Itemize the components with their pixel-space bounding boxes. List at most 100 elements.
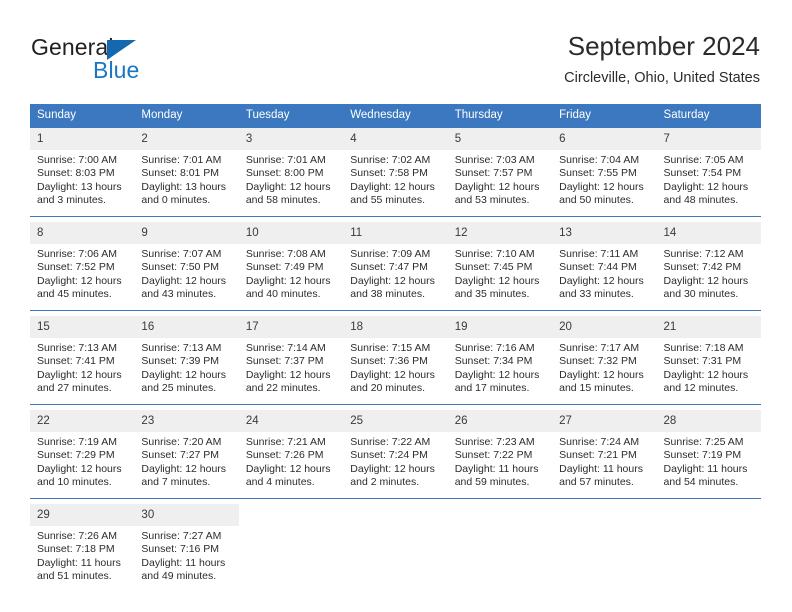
calendar-day-cell[interactable]: 26 Sunrise: 7:23 AM Sunset: 7:22 PM Dayligh… [447,410,553,499]
day-number [238,504,344,526]
day-number: 30 [134,504,239,526]
daylight-text-line1: Daylight: 12 hours [454,180,540,193]
day-info [239,526,343,530]
calendar-week-row: 29 Sunrise: 7:26 AM Sunset: 7:18 PM Dayligh… [30,504,761,592]
day-number: 9 [134,222,239,244]
daylight-text-line2: and 54 minutes. [663,476,739,489]
day-number: 3 [238,128,344,150]
sunset-text: Sunset: 7:27 PM [141,449,220,462]
daylight-text-line2: and 43 minutes. [141,288,217,301]
sunset-text: Sunset: 7:22 PM [454,449,533,462]
weekday-header-tuesday: Tuesday [238,104,344,128]
calendar-day-cell[interactable]: 3 Sunrise: 7:01 AM Sunset: 8:00 PM Daylight… [238,128,344,217]
day-info: Sunrise: 7:18 AM Sunset: 7:31 PM Daylight:… [657,338,761,396]
calendar-day-cell[interactable]: 30 Sunrise: 7:27 AM Sunset: 7:16 PM Dayligh… [134,504,239,592]
calendar-day-cell[interactable]: 19 Sunrise: 7:16 AM Sunset: 7:34 PM Dayligh… [447,316,553,405]
sunrise-text: Sunrise: 7:11 AM [559,248,639,260]
calendar-day-cell[interactable]: 12 Sunrise: 7:10 AM Sunset: 7:45 PM Dayligh… [447,222,553,311]
daylight-text-line1: Daylight: 12 hours [559,180,644,193]
calendar-week-row: 8 Sunrise: 7:06 AM Sunset: 7:52 PM Daylight… [30,222,761,311]
daylight-text-line1: Daylight: 11 hours [559,462,643,475]
weekday-header-sunday: Sunday [30,104,135,128]
day-cell-inner: 7 Sunrise: 7:05 AM Sunset: 7:54 PM Daylight… [656,128,761,216]
brand-logo[interactable]: General Blue [31,34,231,90]
day-cell-inner: 2 Sunrise: 7:01 AM Sunset: 8:01 PM Daylight… [134,128,239,216]
calendar-day-cell[interactable]: 8 Sunrise: 7:06 AM Sunset: 7:52 PM Daylight… [30,222,135,311]
calendar-day-cell[interactable]: 4 Sunrise: 7:02 AM Sunset: 7:58 PM Daylight… [343,128,448,217]
calendar-day-cell[interactable]: 5 Sunrise: 7:03 AM Sunset: 7:57 PM Daylight… [447,128,553,217]
calendar-day-cell[interactable]: 17 Sunrise: 7:14 AM Sunset: 7:37 PM Dayligh… [238,316,344,405]
day-cell-inner: 13 Sunrise: 7:11 AM Sunset: 7:44 PM Dayligh… [552,222,657,310]
day-number: 5 [447,128,553,150]
calendar-day-cell[interactable]: 15 Sunrise: 7:13 AM Sunset: 7:41 PM Dayligh… [30,316,135,405]
daylight-text-line1: Daylight: 12 hours [559,274,644,287]
sunrise-text: Sunrise: 7:08 AM [245,248,326,260]
day-info: Sunrise: 7:22 AM Sunset: 7:24 PM Daylight:… [343,432,447,490]
weekday-header-friday: Friday [552,104,657,128]
day-number: 10 [238,222,344,244]
calendar-day-cell[interactable]: 29 Sunrise: 7:26 AM Sunset: 7:18 PM Dayligh… [30,504,135,592]
day-info: Sunrise: 7:01 AM Sunset: 8:01 PM Daylight:… [134,150,238,208]
day-info: Sunrise: 7:12 AM Sunset: 7:42 PM Daylight:… [657,244,761,302]
calendar-cell-empty [656,504,761,592]
day-info: Sunrise: 7:20 AM Sunset: 7:27 PM Daylight:… [134,432,238,490]
sunrise-text: Sunrise: 7:13 AM [37,342,117,354]
day-number: 23 [134,410,239,432]
calendar-day-cell[interactable]: 18 Sunrise: 7:15 AM Sunset: 7:36 PM Dayligh… [343,316,448,405]
calendar-day-cell[interactable]: 6 Sunrise: 7:04 AM Sunset: 7:55 PM Daylight… [552,128,657,217]
sunset-text: Sunset: 7:41 PM [37,355,115,368]
day-number: 13 [552,222,657,244]
sunrise-text: Sunrise: 7:02 AM [350,154,431,166]
page-title: September 2024 [567,31,760,61]
calendar-day-cell[interactable]: 1 Sunrise: 7:00 AM Sunset: 8:03 PM Daylight… [30,128,135,217]
day-info: Sunrise: 7:00 AM Sunset: 8:03 PM Daylight:… [30,150,134,208]
calendar-day-cell[interactable]: 13 Sunrise: 7:11 AM Sunset: 7:44 PM Dayligh… [552,222,657,311]
day-cell-inner: 4 Sunrise: 7:02 AM Sunset: 7:58 PM Daylight… [343,128,448,216]
daylight-text-line2: and 20 minutes. [350,382,425,395]
calendar-day-cell[interactable]: 11 Sunrise: 7:09 AM Sunset: 7:47 PM Dayligh… [343,222,448,311]
sunset-text: Sunset: 7:47 PM [350,261,428,274]
sunset-text: Sunset: 7:16 PM [141,543,220,556]
daylight-text-line2: and 51 minutes. [37,570,112,583]
daylight-text-line2: and 3 minutes. [37,194,106,207]
daylight-text-line1: Daylight: 12 hours [37,368,122,381]
sunset-text: Sunset: 7:57 PM [454,167,533,180]
calendar-day-cell[interactable]: 9 Sunrise: 7:07 AM Sunset: 7:50 PM Daylight… [134,222,239,311]
day-info: Sunrise: 7:21 AM Sunset: 7:26 PM Daylight:… [239,432,343,490]
calendar-day-cell[interactable]: 16 Sunrise: 7:13 AM Sunset: 7:39 PM Dayligh… [134,316,239,405]
calendar-day-cell[interactable]: 25 Sunrise: 7:22 AM Sunset: 7:24 PM Dayligh… [343,410,448,499]
calendar-day-cell[interactable]: 14 Sunrise: 7:12 AM Sunset: 7:42 PM Dayligh… [656,222,761,311]
calendar-day-cell[interactable]: 27 Sunrise: 7:24 AM Sunset: 7:21 PM Dayligh… [552,410,657,499]
daylight-text-line1: Daylight: 12 hours [245,274,331,287]
calendar-day-cell[interactable]: 21 Sunrise: 7:18 AM Sunset: 7:31 PM Dayligh… [656,316,761,405]
day-info: Sunrise: 7:15 AM Sunset: 7:36 PM Daylight:… [343,338,447,396]
day-cell-inner: 1 Sunrise: 7:00 AM Sunset: 8:03 PM Daylight… [30,128,135,216]
sunrise-text: Sunrise: 7:20 AM [141,436,222,448]
day-number: 26 [447,410,553,432]
daylight-text-line2: and 58 minutes. [245,194,321,207]
day-cell-inner: 6 Sunrise: 7:04 AM Sunset: 7:55 PM Daylight… [552,128,657,216]
calendar-day-cell[interactable]: 10 Sunrise: 7:08 AM Sunset: 7:49 PM Dayligh… [238,222,344,311]
day-cell-inner [656,504,761,592]
day-info: Sunrise: 7:04 AM Sunset: 7:55 PM Daylight:… [552,150,656,208]
calendar-day-cell[interactable]: 20 Sunrise: 7:17 AM Sunset: 7:32 PM Dayligh… [552,316,657,405]
calendar-day-cell[interactable]: 24 Sunrise: 7:21 AM Sunset: 7:26 PM Dayligh… [238,410,344,499]
day-number: 22 [30,410,135,432]
calendar-day-cell[interactable]: 28 Sunrise: 7:25 AM Sunset: 7:19 PM Dayligh… [656,410,761,499]
calendar-day-cell[interactable]: 23 Sunrise: 7:20 AM Sunset: 7:27 PM Dayligh… [134,410,239,499]
day-cell-inner: 16 Sunrise: 7:13 AM Sunset: 7:39 PM Dayligh… [134,316,239,404]
sunset-text: Sunset: 7:21 PM [559,449,637,462]
calendar-page: General Blue September 2024 Circleville,… [0,0,792,612]
daylight-text-line1: Daylight: 13 hours [37,180,122,193]
day-cell-inner: 11 Sunrise: 7:09 AM Sunset: 7:47 PM Dayligh… [343,222,448,310]
calendar-table: Sunday Monday Tuesday Wednesday Thursday Frid… [30,104,761,592]
sunrise-text: Sunrise: 7:13 AM [141,342,222,354]
day-info: Sunrise: 7:19 AM Sunset: 7:29 PM Daylight:… [30,432,134,490]
calendar-day-cell[interactable]: 22 Sunrise: 7:19 AM Sunset: 7:29 PM Dayligh… [30,410,135,499]
calendar-day-cell[interactable]: 7 Sunrise: 7:05 AM Sunset: 7:54 PM Daylight… [656,128,761,217]
day-cell-inner: 20 Sunrise: 7:17 AM Sunset: 7:32 PM Dayligh… [552,316,657,404]
day-cell-inner: 15 Sunrise: 7:13 AM Sunset: 7:41 PM Dayligh… [30,316,135,404]
calendar-day-cell[interactable]: 2 Sunrise: 7:01 AM Sunset: 8:01 PM Daylight… [134,128,239,217]
day-info: Sunrise: 7:06 AM Sunset: 7:52 PM Daylight:… [30,244,134,302]
day-cell-inner [238,504,344,592]
